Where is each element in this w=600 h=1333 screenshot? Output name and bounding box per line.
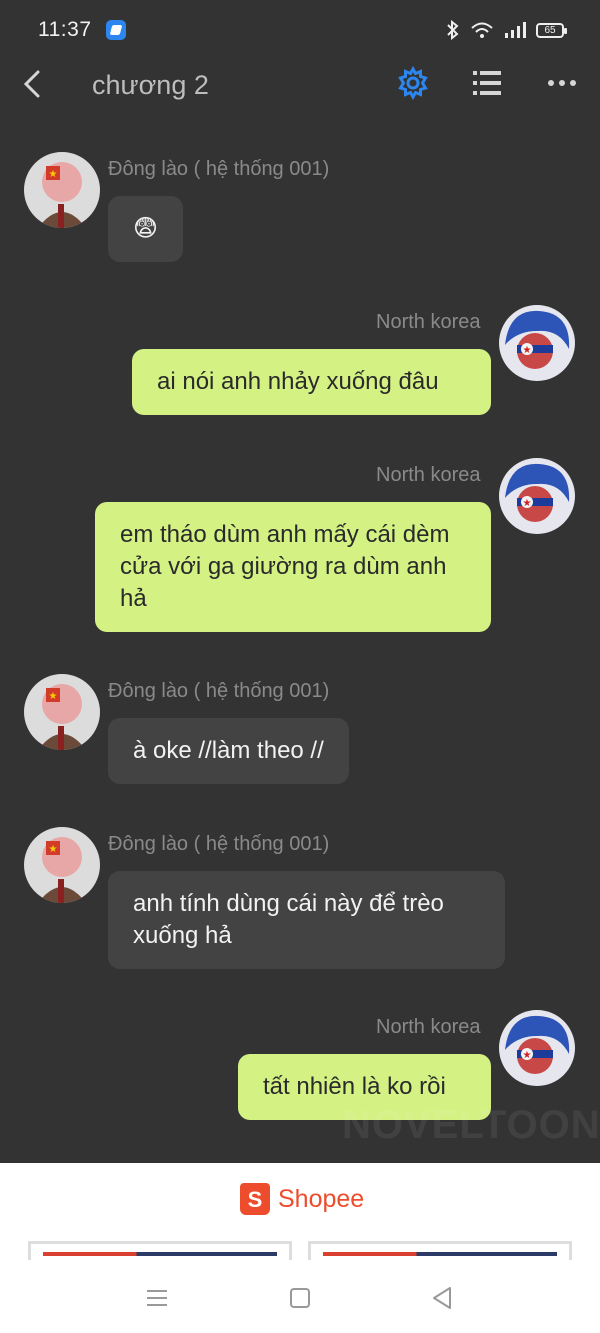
shopee-brand-label: Shopee <box>278 1184 365 1213</box>
chapter-title: chương 2 <box>92 70 209 100</box>
signal-icon <box>505 22 526 38</box>
sender-name: North korea <box>376 311 481 333</box>
system-nav-bar <box>0 1260 600 1333</box>
avatar-north-korea[interactable]: ★ <box>499 458 575 534</box>
wifi-icon <box>471 22 493 38</box>
chat-messages: ★ Đông lào ( hệ thống 001) 😨 ★ North kor… <box>0 130 600 1160</box>
battery-icon: 65 <box>536 22 567 38</box>
sender-name: Đông lào ( hệ thống 001) <box>108 833 330 855</box>
status-time: 11:37 <box>38 18 92 41</box>
message-bubble: ai nói anh nhảy xuống đâu <box>132 349 491 415</box>
menu-icon[interactable] <box>141 1282 173 1314</box>
sender-name: North korea <box>376 1016 481 1038</box>
message-bubble: anh tính dùng cái này để trèo xuống hả <box>108 871 505 969</box>
svg-text:★: ★ <box>49 844 58 855</box>
sender-name: North korea <box>376 464 481 486</box>
back-arrow-icon[interactable] <box>16 66 52 102</box>
svg-text:★: ★ <box>523 498 532 509</box>
avatar-dong-lao[interactable]: ★ <box>24 152 100 228</box>
avatar-dong-lao[interactable]: ★ <box>24 827 100 903</box>
avatar-north-korea[interactable]: ★ <box>499 305 575 381</box>
back-triangle-icon[interactable] <box>426 1282 458 1314</box>
svg-text:★: ★ <box>523 1050 532 1061</box>
app-notification-icon <box>105 20 126 40</box>
more-options-icon[interactable] <box>545 66 579 100</box>
avatar-north-korea[interactable]: ★ <box>499 1010 575 1086</box>
shopee-bag-icon: S <box>240 1183 270 1215</box>
message-bubble: 😨 <box>108 196 184 262</box>
watermark-logo: NOVELTOON <box>342 1103 600 1147</box>
gear-icon[interactable] <box>396 66 430 100</box>
status-indicators: 65 <box>446 20 567 40</box>
svg-text:★: ★ <box>523 345 532 356</box>
avatar-north-korea-image: ★ <box>499 305 575 381</box>
ad-banner[interactable]: S Shopee <box>0 1163 600 1271</box>
sender-name: Đông lào ( hệ thống 001) <box>108 158 330 180</box>
home-square-icon[interactable] <box>284 1282 316 1314</box>
avatar-dong-lao-image: ★ <box>24 827 100 903</box>
list-icon[interactable] <box>470 66 504 100</box>
svg-text:★: ★ <box>49 691 58 702</box>
app-bar: chương 2 <box>0 60 600 110</box>
avatar-dong-lao[interactable]: ★ <box>24 674 100 750</box>
status-bar: 11:37 65 <box>0 0 600 60</box>
message-bubble: em tháo dùm anh mấy cái dèm cửa với ga g… <box>95 502 491 632</box>
bluetooth-icon <box>447 20 459 40</box>
shopee-logo[interactable]: S Shopee <box>240 1183 364 1215</box>
avatar-dong-lao-image: ★ <box>24 152 100 228</box>
message-bubble: à oke //làm theo // <box>108 718 349 784</box>
svg-text:★: ★ <box>49 169 58 180</box>
avatar-dong-lao-image: ★ <box>24 674 100 750</box>
avatar-north-korea-image: ★ <box>499 458 575 534</box>
avatar-north-korea-image: ★ <box>499 1010 575 1086</box>
sender-name: Đông lào ( hệ thống 001) <box>108 680 330 702</box>
